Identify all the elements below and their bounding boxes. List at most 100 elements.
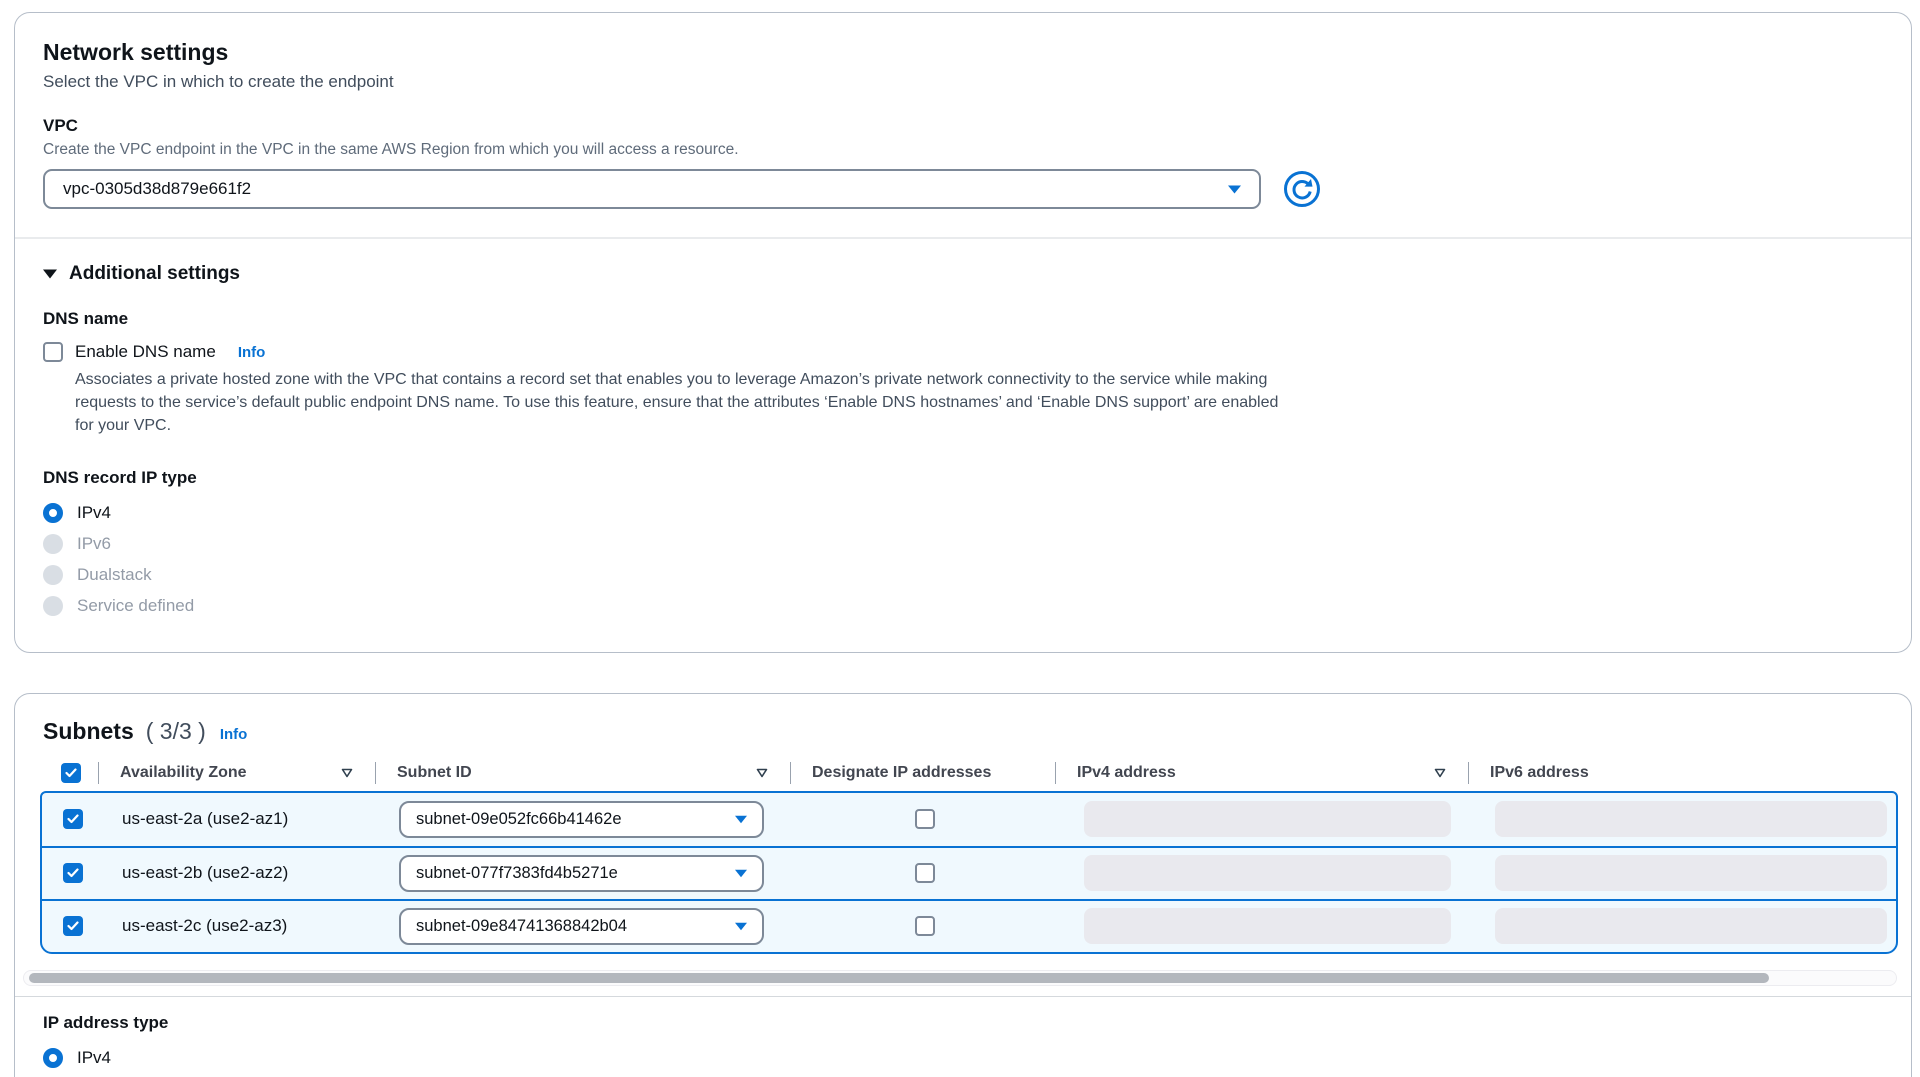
vpc-select[interactable]: vpc-0305d38d879e661f2 xyxy=(43,169,1261,209)
checkmark-icon xyxy=(67,814,79,824)
scrollbar-thumb[interactable] xyxy=(29,973,1769,983)
row-checkbox[interactable] xyxy=(63,916,83,936)
subnet-rows-group: us-east-2a (use2-az1) subnet-09e052fc66b… xyxy=(40,791,1898,954)
radio-service-defined-label: Service defined xyxy=(77,596,194,616)
enable-dns-name-label: Enable DNS name xyxy=(75,342,216,362)
enable-dns-name-checkbox[interactable] xyxy=(43,342,63,362)
column-label: Availability Zone xyxy=(120,764,247,782)
dns-record-ip-type-group: IPv4 IPv6 Dualstack Service defined xyxy=(43,498,1883,622)
subnet-id-value: subnet-09e052fc66b41462e xyxy=(416,810,622,829)
chevron-down-icon xyxy=(735,815,747,824)
designate-ip-checkbox[interactable] xyxy=(915,916,935,936)
row-checkbox-cell xyxy=(42,901,100,952)
radio-ipv6-label: IPv6 xyxy=(77,534,111,554)
column-label: Designate IP addresses xyxy=(812,764,991,782)
chevron-down-icon xyxy=(735,869,747,878)
radio-option-service-defined: Service defined xyxy=(43,591,1883,622)
availability-zone-cell: us-east-2a (use2-az1) xyxy=(100,793,377,846)
availability-zone-cell: us-east-2b (use2-az2) xyxy=(100,848,377,899)
row-checkbox[interactable] xyxy=(63,809,83,829)
ipv6-address-input xyxy=(1495,908,1887,944)
subnet-row: us-east-2c (use2-az3) subnet-09e84741368… xyxy=(42,899,1896,952)
designate-ip-cell xyxy=(792,793,1057,846)
ipv6-address-cell xyxy=(1470,901,1896,952)
designate-ip-cell xyxy=(792,848,1057,899)
sort-icon[interactable] xyxy=(341,768,353,778)
designate-ip-cell xyxy=(792,901,1057,952)
column-label: Subnet ID xyxy=(397,764,472,782)
horizontal-scrollbar[interactable] xyxy=(23,970,1897,986)
ip-address-type-section: IP address type IPv4 IPv6 Dualstack xyxy=(15,997,1911,1077)
subnet-id-value: subnet-077f7383fd4b5271e xyxy=(416,864,618,883)
additional-settings-expander[interactable]: Additional settings xyxy=(43,263,1883,285)
ipv6-address-cell xyxy=(1470,793,1896,846)
additional-settings-label: Additional settings xyxy=(69,263,240,285)
radio-option-ipv4[interactable]: IPv4 xyxy=(43,1043,1883,1074)
radio-ipv6 xyxy=(43,534,63,554)
sort-icon[interactable] xyxy=(756,768,768,778)
refresh-button[interactable] xyxy=(1283,170,1321,208)
ip-address-type-label: IP address type xyxy=(43,1013,1883,1033)
radio-ipv4[interactable] xyxy=(43,503,63,523)
refresh-icon xyxy=(1283,170,1321,208)
subnet-id-select[interactable]: subnet-09e84741368842b04 xyxy=(399,908,764,945)
network-settings-card: Network settings Select the VPC in which… xyxy=(14,12,1912,653)
vpc-description: Create the VPC endpoint in the VPC in th… xyxy=(43,141,1883,159)
column-header-ipv4-address[interactable]: IPv4 address xyxy=(1055,755,1468,791)
radio-dualstack-label: Dualstack xyxy=(77,565,152,585)
ipv4-address-cell xyxy=(1057,848,1470,899)
header-checkbox-cell xyxy=(40,755,98,791)
chevron-down-icon xyxy=(735,922,747,931)
enable-dns-name-row: Enable DNS name Info xyxy=(43,342,1883,362)
designate-ip-checkbox[interactable] xyxy=(915,809,935,829)
column-header-subnet-id[interactable]: Subnet ID xyxy=(375,755,790,791)
dns-name-description: Associates a private hosted zone with th… xyxy=(75,369,1290,438)
column-header-designate-ip: Designate IP addresses xyxy=(790,755,1055,791)
sort-icon[interactable] xyxy=(1434,768,1446,778)
section-divider xyxy=(15,237,1911,239)
subnets-header: Subnets ( 3/3 ) Info xyxy=(15,694,1911,755)
subnets-info-link[interactable]: Info xyxy=(220,726,248,743)
ipv6-address-input xyxy=(1495,855,1887,891)
radio-option-dualstack: Dualstack xyxy=(43,560,1883,591)
page-title: Network settings xyxy=(43,39,1883,66)
subnets-title: Subnets xyxy=(43,718,134,745)
subnet-id-value: subnet-09e84741368842b04 xyxy=(416,917,627,936)
ip-address-type-group: IPv4 IPv6 Dualstack xyxy=(43,1043,1883,1077)
subnet-id-cell: subnet-09e052fc66b41462e xyxy=(377,793,792,846)
subnets-table: Availability Zone Subnet ID Designate IP… xyxy=(40,755,1898,954)
subnet-id-select[interactable]: subnet-077f7383fd4b5271e xyxy=(399,855,764,892)
checkmark-icon xyxy=(65,768,77,778)
radio-dualstack xyxy=(43,565,63,585)
expander-caret-icon xyxy=(43,269,57,279)
subnet-id-select[interactable]: subnet-09e052fc66b41462e xyxy=(399,801,764,838)
ipv4-address-cell xyxy=(1057,793,1470,846)
row-checkbox-cell xyxy=(42,848,100,899)
subnet-id-cell: subnet-09e84741368842b04 xyxy=(377,901,792,952)
select-all-checkbox[interactable] xyxy=(61,763,81,783)
subnets-count: ( 3/3 ) xyxy=(146,718,206,745)
dns-name-label: DNS name xyxy=(43,309,1883,329)
ipv4-address-input xyxy=(1084,908,1451,944)
table-header-row: Availability Zone Subnet ID Designate IP… xyxy=(40,755,1898,791)
checkmark-icon xyxy=(67,921,79,931)
subnet-row: us-east-2b (use2-az2) subnet-077f7383fd4… xyxy=(42,846,1896,899)
column-header-availability-zone[interactable]: Availability Zone xyxy=(98,755,375,791)
subnet-id-cell: subnet-077f7383fd4b5271e xyxy=(377,848,792,899)
radio-option-ipv6: IPv6 xyxy=(43,1074,1883,1077)
designate-ip-checkbox[interactable] xyxy=(915,863,935,883)
radio-ipv4[interactable] xyxy=(43,1048,63,1068)
page-subtitle: Select the VPC in which to create the en… xyxy=(43,72,1883,92)
ipv4-address-input xyxy=(1084,855,1451,891)
ipv6-address-cell xyxy=(1470,848,1896,899)
column-label: IPv4 address xyxy=(1077,764,1176,782)
vpc-select-value: vpc-0305d38d879e661f2 xyxy=(63,179,251,199)
chevron-down-icon xyxy=(1228,185,1241,194)
radio-option-ipv4[interactable]: IPv4 xyxy=(43,498,1883,529)
ipv4-address-input xyxy=(1084,801,1451,837)
row-checkbox[interactable] xyxy=(63,863,83,883)
dns-name-info-link[interactable]: Info xyxy=(238,344,266,361)
radio-ipv4-label: IPv4 xyxy=(77,1048,111,1068)
checkmark-icon xyxy=(67,868,79,878)
subnet-row: us-east-2a (use2-az1) subnet-09e052fc66b… xyxy=(42,793,1896,846)
